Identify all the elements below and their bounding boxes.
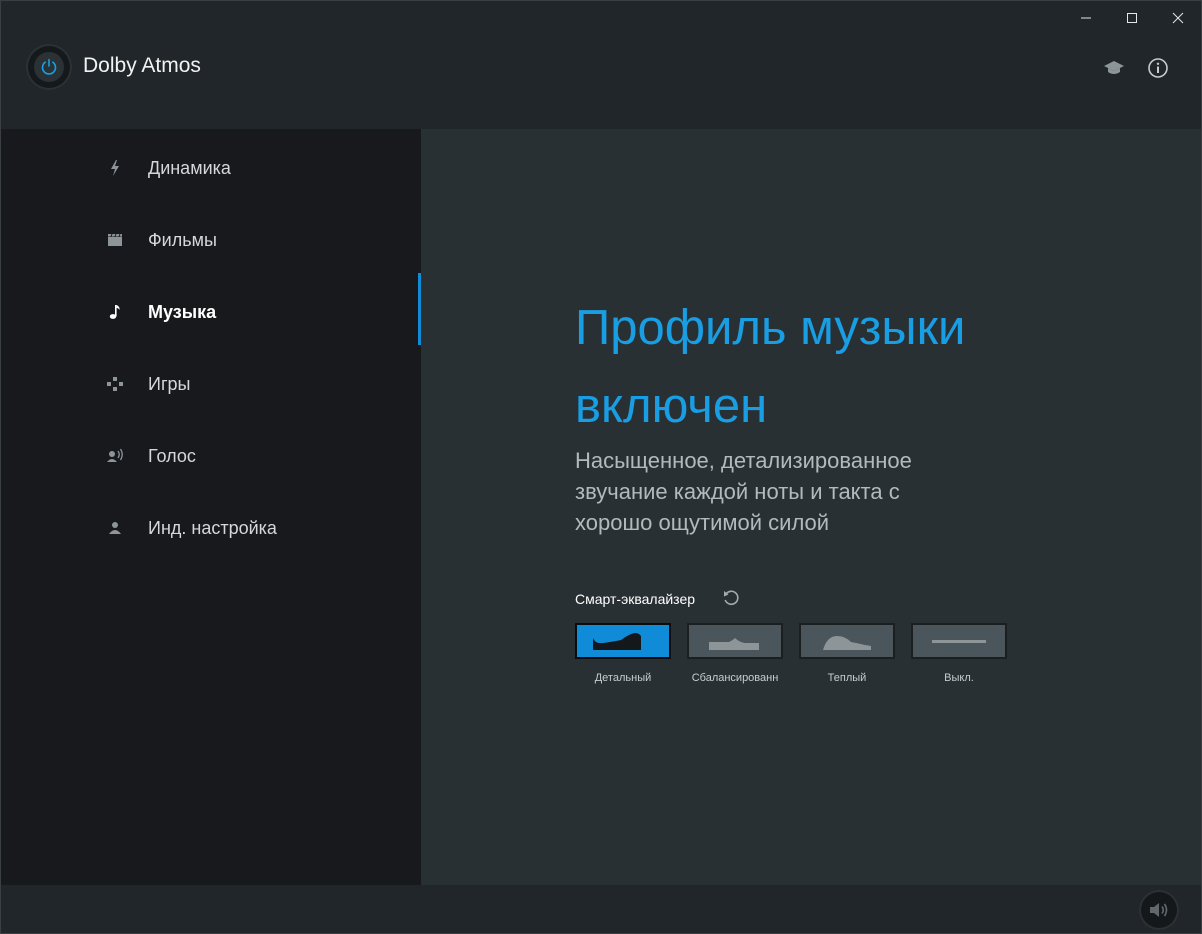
sidebar-item-label: Голос (148, 445, 196, 466)
description-line: Насыщенное, детализированное (575, 448, 912, 473)
graduation-cap-icon (1104, 61, 1124, 74)
main-panel: Профиль музыки включен Насыщенное, детал… (421, 129, 1201, 885)
speaker-icon (1150, 903, 1168, 917)
footer-bar (1, 885, 1201, 933)
close-icon (1172, 12, 1184, 24)
eq-curve-detailed-icon (593, 633, 641, 650)
sidebar-item-label: Музыка (148, 301, 217, 322)
voice-icon (105, 446, 125, 466)
volume-button[interactable] (1139, 890, 1179, 930)
maximize-button[interactable] (1109, 1, 1155, 35)
sidebar-item-label: Игры (148, 373, 191, 394)
app-window: Dolby Atmos Динамика Фильмы Музыка Игры … (0, 0, 1202, 934)
lightning-icon (105, 158, 125, 178)
sidebar-item-label: Динамика (148, 157, 231, 178)
preset-label: Выкл. (944, 672, 974, 684)
sidebar-item-label: Фильмы (148, 229, 217, 250)
sidebar-item-movies[interactable]: Фильмы (1, 204, 421, 276)
headline-line: включен (575, 379, 768, 433)
window-controls (1063, 1, 1201, 35)
app-title: Dolby Atmos (83, 54, 201, 77)
minimize-button[interactable] (1063, 1, 1109, 35)
preset-label: Теплый (827, 672, 867, 684)
preset-detailed-button[interactable] (575, 623, 671, 659)
profile-description: Насыщенное, детализированное звучание ка… (575, 445, 975, 538)
clapperboard-icon (105, 230, 125, 250)
music-note-icon (105, 302, 125, 322)
maximize-icon (1127, 13, 1137, 23)
sidebar-item-custom[interactable]: Инд. настройка (1, 492, 421, 564)
equalizer-title: Смарт-эквалайзер (575, 591, 696, 607)
close-button[interactable] (1155, 1, 1201, 35)
headline-line: Профиль музыки (575, 301, 966, 355)
description-line: звучание каждой ноты и такта с (575, 479, 900, 504)
info-icon (1148, 58, 1168, 78)
person-icon (105, 518, 125, 538)
eq-curve-warm-icon (823, 636, 871, 650)
reset-icon (724, 590, 739, 606)
preset-off-button[interactable] (911, 623, 1007, 659)
preset-balanced-button[interactable] (687, 623, 783, 659)
preset-label: Сбалансированн (691, 672, 779, 684)
power-button[interactable] (26, 44, 72, 90)
gamepad-icon (105, 374, 125, 394)
profile-headline: Профиль музыки включен (575, 289, 1055, 445)
sidebar-item-games[interactable]: Игры (1, 348, 421, 420)
tutorial-button[interactable] (1102, 56, 1126, 80)
info-button[interactable] (1146, 56, 1170, 80)
reset-button[interactable] (721, 588, 741, 608)
preset-warm-button[interactable] (799, 623, 895, 659)
sidebar: Динамика Фильмы Музыка Игры Голос Инд. н… (1, 129, 421, 885)
power-icon (34, 52, 64, 82)
sidebar-item-label: Инд. настройка (148, 517, 277, 538)
title-bar: Dolby Atmos (1, 1, 1201, 129)
eq-curve-balanced-icon (709, 638, 759, 650)
sidebar-item-voice[interactable]: Голос (1, 420, 421, 492)
preset-label: Детальный (594, 672, 652, 684)
minimize-icon (1081, 17, 1091, 19)
description-line: хорошо ощутимой силой (575, 510, 830, 535)
eq-curve-flat-icon (932, 640, 986, 643)
sidebar-item-music[interactable]: Музыка (1, 276, 421, 348)
sidebar-item-dynamic[interactable]: Динамика (1, 132, 421, 204)
